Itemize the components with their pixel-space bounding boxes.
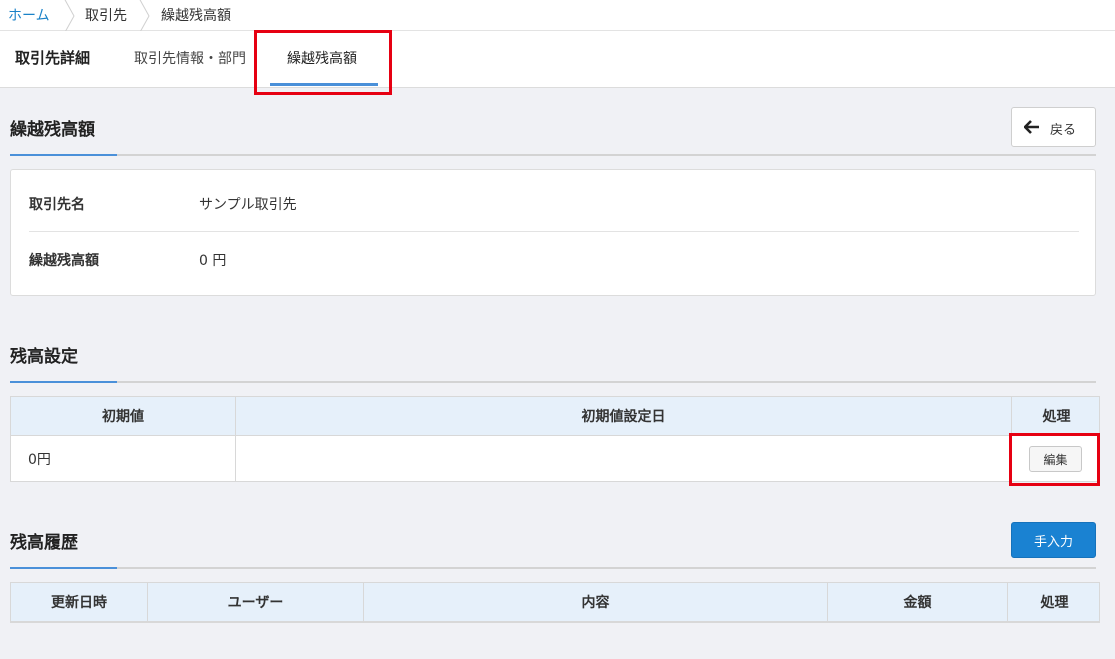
page-title: 取引先詳細 xyxy=(15,49,91,67)
section-divider xyxy=(10,154,1096,156)
carryover-amount-value: 0 円 xyxy=(199,253,227,269)
col-content: 内容 xyxy=(364,583,828,621)
back-button[interactable]: 戻る xyxy=(1011,107,1096,147)
chevron-right-icon xyxy=(63,0,76,34)
col-updated-at: 更新日時 xyxy=(11,583,148,621)
col-amount: 金額 xyxy=(828,583,1008,621)
breadcrumb: ホーム 取引先 繰越残高額 xyxy=(0,0,1115,34)
col-initial-date: 初期値設定日 xyxy=(236,397,1012,435)
table-header: 更新日時 ユーザー 内容 金額 処理 xyxy=(11,583,1099,622)
arrow-left-icon xyxy=(1023,119,1040,139)
chevron-right-icon xyxy=(138,0,151,34)
tab-client-info[interactable]: 取引先情報・部門 xyxy=(134,48,246,68)
manual-entry-button[interactable]: 手入力 xyxy=(1011,522,1096,558)
back-button-label: 戻る xyxy=(1050,123,1077,138)
col-action: 処理 xyxy=(1042,409,1071,425)
edit-highlight-box xyxy=(1009,433,1100,486)
breadcrumb-clients[interactable]: 取引先 xyxy=(85,5,127,25)
initial-value-cell: 0円 xyxy=(11,436,236,482)
table-header: 初期値 初期値設定日 処理 xyxy=(11,397,1099,436)
carryover-amount-label: 繰越残高額 xyxy=(29,253,99,269)
balance-history-table: 更新日時 ユーザー 内容 金額 処理 xyxy=(10,582,1100,623)
col-user: ユーザー xyxy=(148,583,364,621)
initial-date-cell xyxy=(236,436,1012,482)
balance-setting-title: 残高設定 xyxy=(10,347,78,367)
breadcrumb-current: 繰越残高額 xyxy=(161,8,231,24)
client-detail-nav: 取引先詳細 取引先情報・部門 繰越残高額 xyxy=(0,31,1115,88)
col-initial-value: 初期値 xyxy=(11,397,236,435)
client-name-value: サンプル取引先 xyxy=(199,197,297,213)
carryover-info-card: 取引先名 サンプル取引先 繰越残高額 0 円 xyxy=(10,169,1096,296)
balance-history-title: 残高履歴 xyxy=(10,533,78,553)
carryover-section-title: 繰越残高額 xyxy=(10,120,95,140)
client-name-label: 取引先名 xyxy=(29,197,85,213)
row-divider xyxy=(29,231,1079,232)
section-divider xyxy=(10,567,1096,569)
col-action: 処理 xyxy=(1040,595,1069,611)
breadcrumb-home[interactable]: ホーム xyxy=(8,5,50,25)
section-divider xyxy=(10,381,1096,383)
balance-setting-table: 初期値 初期値設定日 処理 0円 xyxy=(10,396,1100,482)
tab-highlight-box xyxy=(254,30,392,95)
